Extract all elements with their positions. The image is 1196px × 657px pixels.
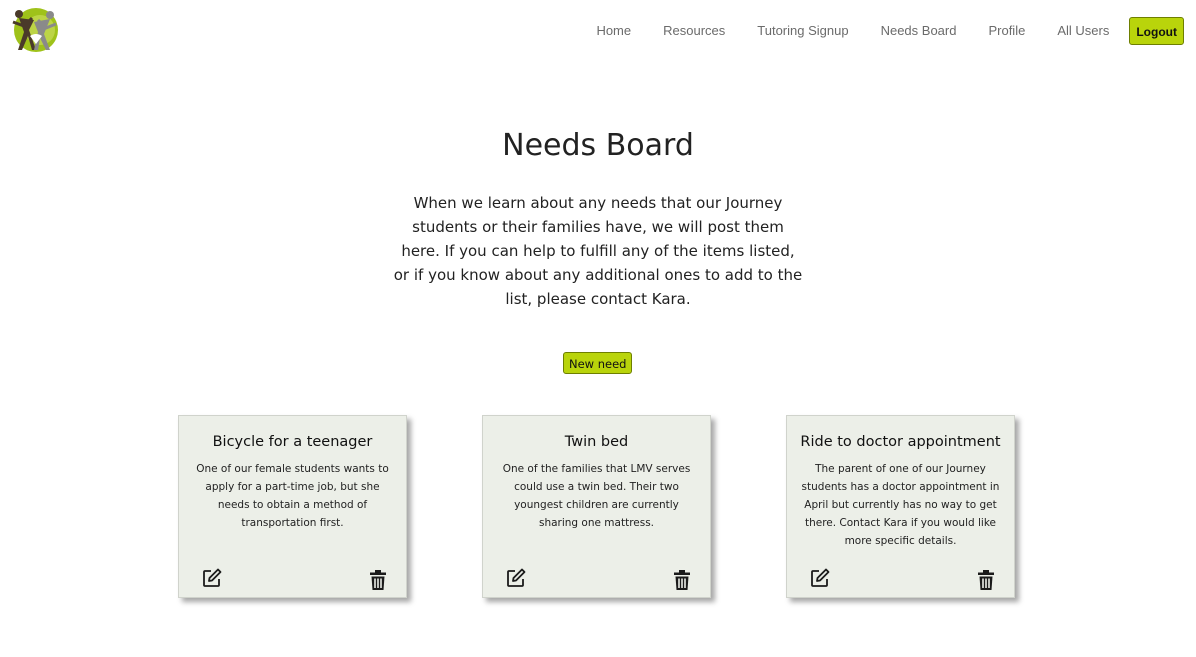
top-nav: Home Resources Tutoring Signup Needs Boa… [580, 16, 1184, 46]
nav-resources[interactable]: Resources [663, 16, 725, 46]
nav-all-users[interactable]: All Users [1057, 16, 1109, 46]
trash-icon[interactable] [673, 569, 691, 591]
page-title: Needs Board [502, 128, 694, 163]
need-title: Bicycle for a teenager [212, 434, 373, 450]
nav-home[interactable]: Home [596, 16, 631, 46]
need-description: The parent of one of our Journey student… [801, 463, 1000, 547]
nav-tutoring-signup[interactable]: Tutoring Signup [757, 16, 848, 46]
nav-profile[interactable]: Profile [988, 16, 1025, 46]
edit-icon[interactable] [505, 567, 527, 589]
trash-icon[interactable] [369, 569, 387, 591]
need-card: Twin bed One of the families that LMV se… [482, 415, 711, 598]
intro-text: When we learn about any needs that our J… [393, 194, 803, 308]
need-card: Bicycle for a teenager One of our female… [178, 415, 407, 598]
need-card: Ride to doctor appointment The parent of… [786, 415, 1015, 598]
need-description: One of our female students wants to appl… [196, 463, 389, 529]
nav-needs-board[interactable]: Needs Board [881, 16, 957, 46]
logo-icon[interactable] [10, 6, 58, 54]
need-title: Ride to doctor appointment [800, 434, 1001, 450]
edit-icon[interactable] [809, 567, 831, 589]
logout-button[interactable]: Logout [1129, 17, 1184, 45]
trash-icon[interactable] [977, 569, 995, 591]
new-need-button[interactable]: New need [563, 352, 633, 374]
need-title: Twin bed [564, 434, 629, 450]
edit-icon[interactable] [201, 567, 223, 589]
need-description: One of the families that LMV serves coul… [502, 463, 691, 529]
